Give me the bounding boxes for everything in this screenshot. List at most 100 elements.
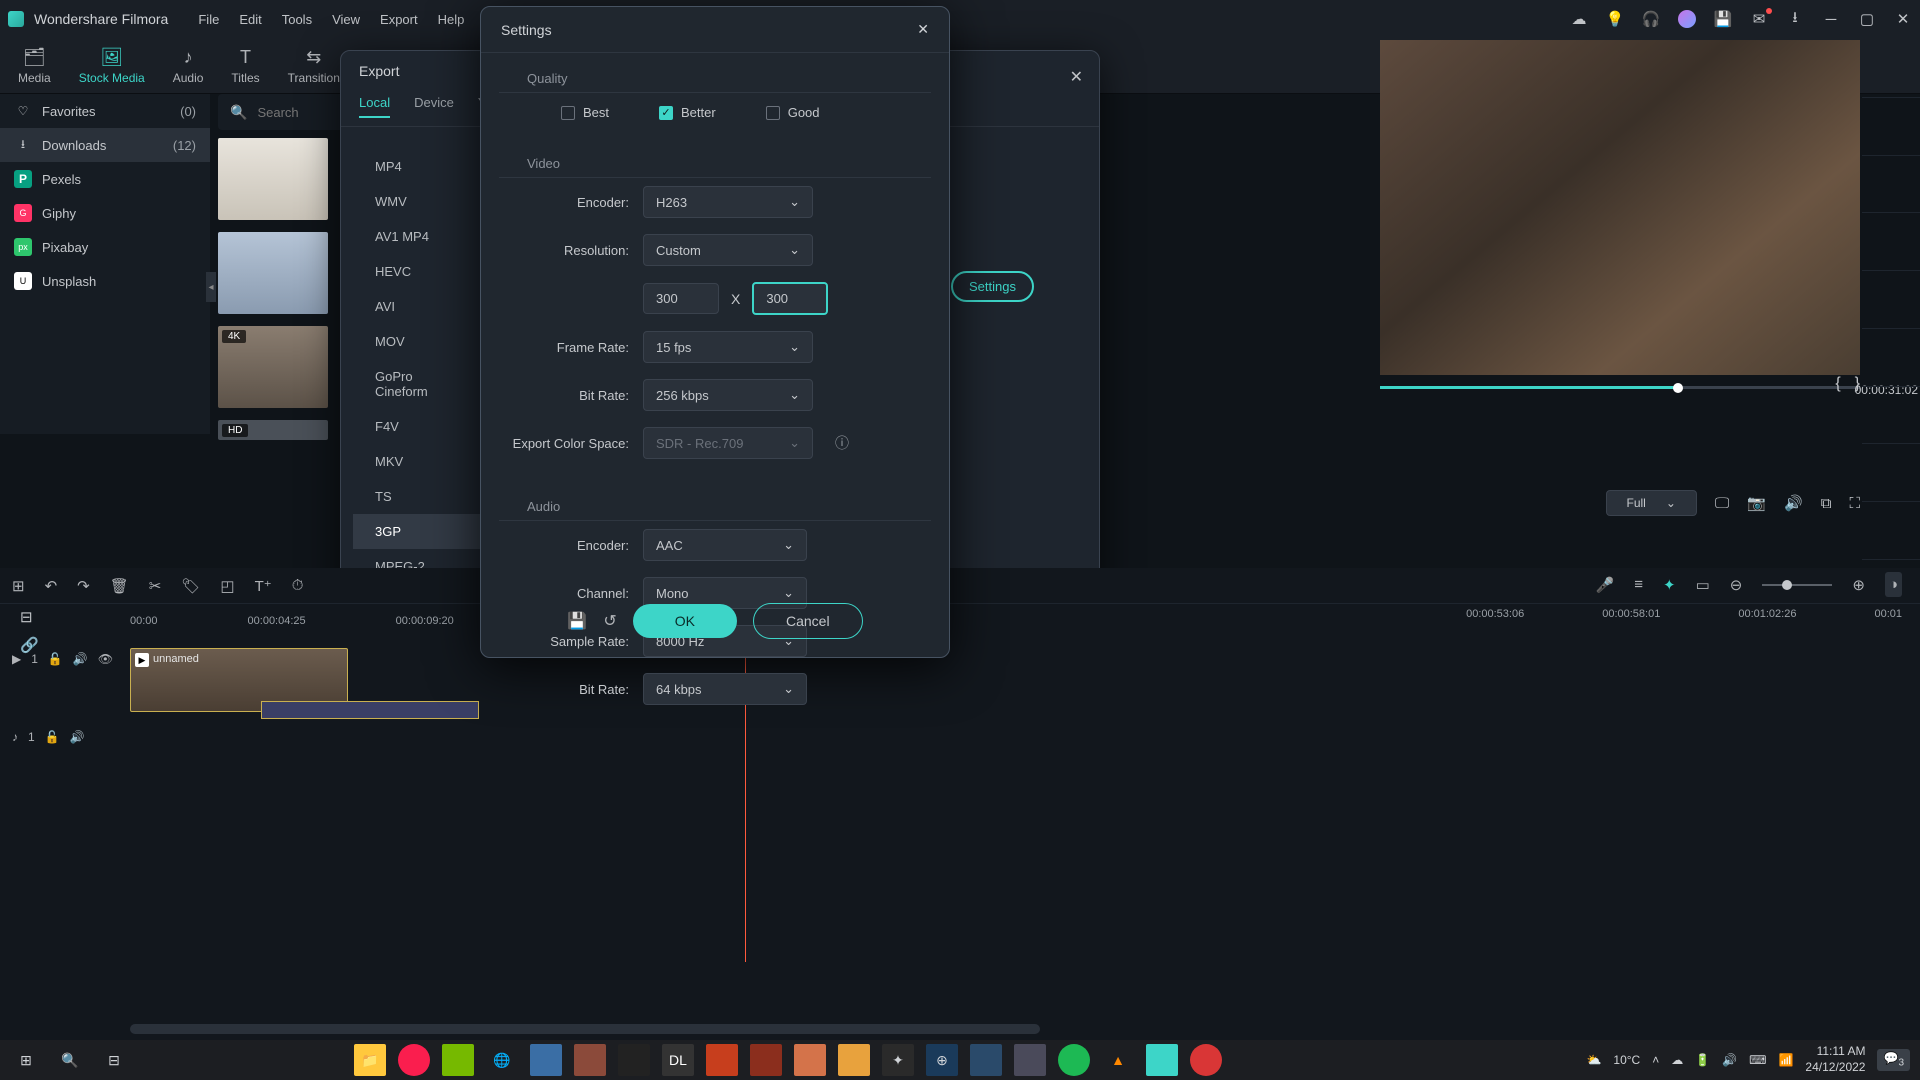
weather-temp[interactable]: 10°C — [1613, 1053, 1640, 1067]
format-3gp[interactable]: 3GP — [353, 514, 481, 549]
explorer-icon[interactable]: 📁 — [354, 1044, 386, 1076]
media-thumb[interactable]: 4K — [218, 326, 328, 408]
app-icon[interactable] — [1014, 1044, 1046, 1076]
tab-stock-media[interactable]: 🖼Stock Media — [79, 47, 145, 85]
audio-bitrate-select[interactable]: 64 kbps⌄ — [643, 673, 807, 705]
format-av1mp4[interactable]: AV1 MP4 — [353, 219, 481, 254]
mic-icon[interactable]: 🎤 — [1596, 576, 1615, 594]
message-icon[interactable]: ✉ — [1750, 10, 1768, 28]
sidebar-item-pexels[interactable]: PPexels — [0, 162, 210, 196]
mute-icon[interactable]: 🔊 — [70, 730, 85, 744]
start-icon[interactable]: ⊞ — [10, 1044, 42, 1076]
tray-chevron-icon[interactable]: ˄ — [1652, 1053, 1659, 1067]
video-bitrate-select[interactable]: 256 kbps⌄ — [643, 379, 813, 411]
tab-media[interactable]: 🗂Media — [18, 47, 51, 85]
app-icon[interactable]: ✦ — [882, 1044, 914, 1076]
ok-button[interactable]: OK — [633, 604, 737, 638]
resolution-width-input[interactable] — [643, 283, 719, 314]
speed-icon[interactable]: ⏱ — [292, 577, 304, 594]
download-icon[interactable]: ⭳ — [1786, 10, 1804, 28]
rail-item[interactable] — [1862, 40, 1920, 98]
menu-tools[interactable]: Tools — [282, 12, 312, 27]
format-hevc[interactable]: HEVC — [353, 254, 481, 289]
pip-icon[interactable]: ⧉ — [1821, 495, 1832, 512]
tool-icon[interactable]: ⊞ — [12, 577, 25, 595]
search-icon[interactable]: 🔍 — [54, 1044, 86, 1076]
rail-item[interactable] — [1862, 213, 1920, 271]
preview-size-select[interactable]: Full⌄ — [1606, 490, 1697, 516]
menu-view[interactable]: View — [332, 12, 360, 27]
save-icon[interactable]: 💾 — [1714, 10, 1732, 28]
mixer-icon[interactable]: ≡ — [1634, 576, 1643, 593]
format-wmv[interactable]: WMV — [353, 184, 481, 219]
redo-icon[interactable]: ↷ — [77, 577, 90, 595]
minimize-icon[interactable]: ─ — [1822, 10, 1840, 28]
video-encoder-select[interactable]: H263⌄ — [643, 186, 813, 218]
preview-video[interactable]: { } 00:00:31:02 — [1380, 40, 1860, 375]
tab-titles[interactable]: TTitles — [231, 47, 259, 85]
format-avi[interactable]: AVI — [353, 289, 481, 324]
cancel-button[interactable]: Cancel — [753, 603, 863, 639]
onedrive-icon[interactable]: ☁ — [1671, 1053, 1683, 1067]
rail-item[interactable] — [1862, 329, 1920, 387]
app-icon[interactable] — [1190, 1044, 1222, 1076]
spotify-icon[interactable] — [1058, 1044, 1090, 1076]
marker-icon[interactable]: ✦ — [1663, 576, 1676, 594]
app-icon[interactable] — [574, 1044, 606, 1076]
battery-icon[interactable]: 🔋 — [1695, 1053, 1710, 1067]
chrome-icon[interactable]: 🌐 — [486, 1044, 518, 1076]
menu-file[interactable]: File — [198, 12, 219, 27]
app-icon[interactable] — [530, 1044, 562, 1076]
mute-icon[interactable]: 🔊 — [73, 652, 88, 666]
profile-icon[interactable] — [1678, 10, 1696, 28]
crop-icon[interactable]: ◰ — [220, 577, 234, 595]
rail-item[interactable] — [1862, 444, 1920, 502]
zoom-slider[interactable] — [1762, 584, 1832, 586]
media-thumb[interactable] — [218, 138, 328, 220]
fullscreen-icon[interactable]: ⛶ — [1849, 495, 1860, 512]
quality-best[interactable]: Best — [561, 105, 609, 120]
rail-item[interactable] — [1862, 98, 1920, 156]
monitor-icon[interactable]: 🖵 — [1715, 495, 1729, 512]
tag-icon[interactable]: 🏷 — [181, 577, 200, 595]
menu-help[interactable]: Help — [438, 12, 465, 27]
rail-item[interactable] — [1862, 502, 1920, 560]
link-icon[interactable]: ⊟ — [20, 608, 39, 626]
wifi-icon[interactable]: 📶 — [1778, 1053, 1793, 1067]
rail-item[interactable] — [1862, 387, 1920, 445]
format-ts[interactable]: TS — [353, 479, 481, 514]
text-icon[interactable]: T⁺ — [255, 577, 272, 595]
close-icon[interactable]: ✕ — [1894, 10, 1912, 28]
app-icon[interactable] — [794, 1044, 826, 1076]
cut-icon[interactable]: ✂ — [149, 577, 162, 595]
lock-icon[interactable]: 🔓 — [45, 730, 60, 744]
cloud-icon[interactable]: ☁ — [1570, 10, 1588, 28]
media-thumb[interactable] — [218, 232, 328, 314]
reset-icon[interactable]: ↺ — [603, 611, 616, 631]
undo-icon[interactable]: ↶ — [45, 577, 58, 595]
app-icon[interactable] — [706, 1044, 738, 1076]
snapshot-icon[interactable]: 📷 — [1747, 494, 1766, 512]
quality-better[interactable]: ✓Better — [659, 105, 716, 120]
resolution-height-input[interactable] — [752, 282, 828, 315]
sidebar-item-favorites[interactable]: ♡Favorites(0) — [0, 94, 210, 128]
preview-progress[interactable] — [1380, 386, 1860, 389]
app-icon[interactable] — [838, 1044, 870, 1076]
menu-export[interactable]: Export — [380, 12, 418, 27]
audio-encoder-select[interactable]: AAC⌄ — [643, 529, 807, 561]
clock[interactable]: 11:11 AM 24/12/2022 — [1805, 1044, 1865, 1075]
info-icon[interactable]: ⓘ — [835, 433, 849, 453]
visibility-icon[interactable]: 👁 — [98, 652, 113, 666]
sidebar-item-downloads[interactable]: ⭳Downloads(12) — [0, 128, 210, 162]
export-tab-local[interactable]: Local — [359, 95, 390, 118]
app-icon[interactable] — [750, 1044, 782, 1076]
menu-edit[interactable]: Edit — [239, 12, 261, 27]
framerate-select[interactable]: 15 fps⌄ — [643, 331, 813, 363]
settings-button[interactable]: Settings — [951, 271, 1034, 302]
media-thumb[interactable]: HD — [218, 420, 328, 440]
video-clip[interactable]: ▶ unnamed — [130, 648, 348, 712]
rail-item[interactable] — [1862, 271, 1920, 329]
rail-item[interactable] — [1862, 156, 1920, 214]
format-mkv[interactable]: MKV — [353, 444, 481, 479]
mark-in-icon[interactable]: { — [1835, 375, 1840, 393]
